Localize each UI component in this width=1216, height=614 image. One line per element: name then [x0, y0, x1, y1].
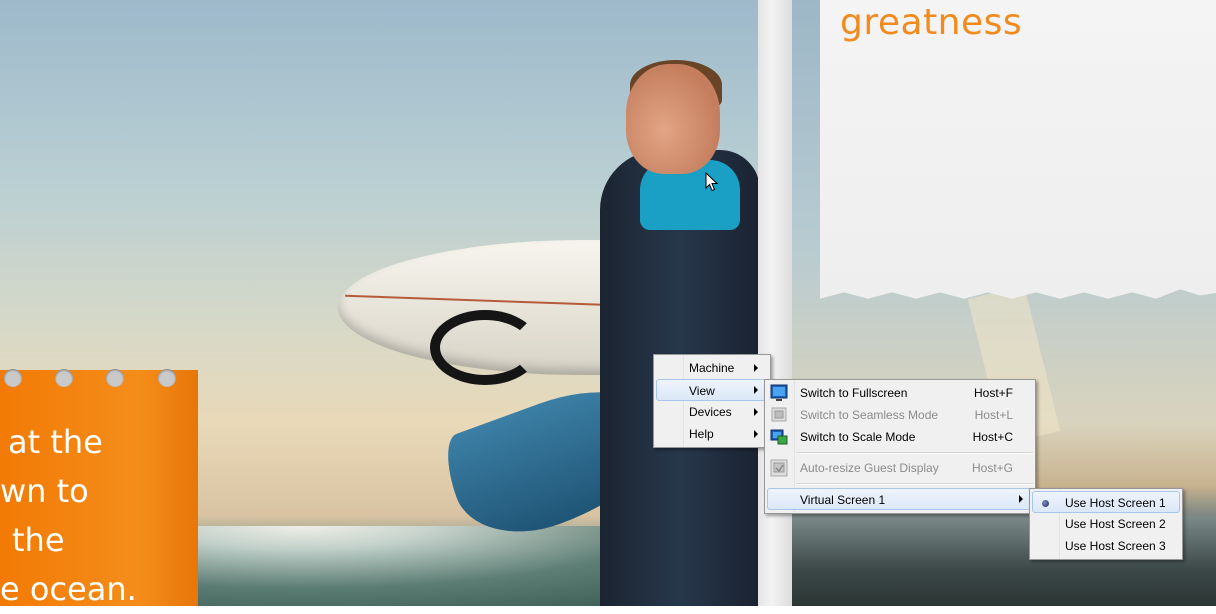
surfboard-logo	[430, 310, 540, 385]
menu-item-label: Help	[689, 427, 714, 441]
note-line: wn to	[0, 472, 89, 510]
note-hole	[158, 369, 176, 387]
submenu-arrow-icon	[1019, 495, 1023, 503]
menu-item-label: Virtual Screen 1	[800, 493, 886, 507]
paper-note	[820, 0, 1216, 299]
menu-item-label: Use Host Screen 2	[1065, 517, 1166, 531]
submenu-arrow-icon	[754, 408, 758, 416]
menu-item-label: Devices	[689, 405, 732, 419]
menu-item-machine[interactable]: Machine	[656, 357, 768, 379]
scale-mode-icon	[770, 429, 788, 445]
main-context-menu: Machine View Devices Help	[653, 354, 771, 448]
menu-item-label: Use Host Screen 1	[1065, 496, 1166, 510]
virtual-screen-submenu: Use Host Screen 1 Use Host Screen 2 Use …	[1029, 488, 1183, 560]
auto-resize-icon	[770, 459, 788, 477]
orange-note-text: at the wn to the e ocean.	[0, 418, 200, 614]
headline-word: greatness	[840, 2, 1023, 43]
menu-item-label: Switch to Scale Mode	[800, 430, 916, 444]
menu-item-label: Use Host Screen 3	[1065, 539, 1166, 553]
menu-item-virtual-screen-1[interactable]: Virtual Screen 1	[767, 488, 1033, 510]
note-line: e ocean.	[0, 570, 137, 608]
menu-item-shortcut: Host+L	[974, 408, 1013, 422]
menu-item-label: Switch to Seamless Mode	[800, 408, 939, 422]
menu-item-label: Machine	[689, 361, 735, 375]
menu-item-use-host-screen-2[interactable]: Use Host Screen 2	[1032, 513, 1180, 535]
menu-item-use-host-screen-1[interactable]: Use Host Screen 1	[1032, 491, 1180, 513]
fullscreen-icon	[770, 384, 788, 401]
mouse-cursor-icon	[705, 172, 719, 192]
submenu-arrow-icon	[754, 386, 758, 394]
note-hole	[55, 369, 73, 387]
menu-item-devices[interactable]: Devices	[656, 401, 768, 423]
submenu-arrow-icon	[754, 364, 758, 372]
menu-separator	[796, 483, 1033, 485]
surfer-head	[626, 64, 720, 174]
note-hole	[4, 369, 22, 387]
radio-selected-icon	[1042, 500, 1049, 507]
note-line: at the	[8, 423, 103, 461]
menu-item-view[interactable]: View	[656, 379, 768, 401]
seamless-icon	[771, 407, 787, 422]
menu-item-shortcut: Host+C	[972, 430, 1013, 444]
menu-item-switch-seamless[interactable]: Switch to Seamless Mode Host+L	[767, 404, 1033, 426]
menu-item-label: Auto-resize Guest Display	[800, 461, 939, 475]
menu-item-shortcut: Host+F	[973, 386, 1013, 400]
menu-item-label: Switch to Fullscreen	[800, 386, 908, 400]
menu-item-switch-scale[interactable]: Switch to Scale Mode Host+C	[767, 426, 1033, 448]
menu-item-label: View	[689, 384, 715, 398]
menu-item-help[interactable]: Help	[656, 423, 768, 445]
menu-separator	[796, 452, 1033, 454]
menu-item-auto-resize[interactable]: Auto-resize Guest Display Host+G	[767, 457, 1033, 479]
menu-item-shortcut: Host+G	[971, 461, 1013, 475]
panel-divider	[758, 0, 792, 606]
menu-item-switch-fullscreen[interactable]: Switch to Fullscreen Host+F	[767, 382, 1033, 404]
submenu-arrow-icon	[754, 430, 758, 438]
note-hole	[106, 369, 124, 387]
menu-item-use-host-screen-3[interactable]: Use Host Screen 3	[1032, 535, 1180, 557]
view-submenu: Switch to Fullscreen Host+F Switch to Se…	[764, 379, 1036, 514]
note-line: the	[12, 521, 65, 559]
